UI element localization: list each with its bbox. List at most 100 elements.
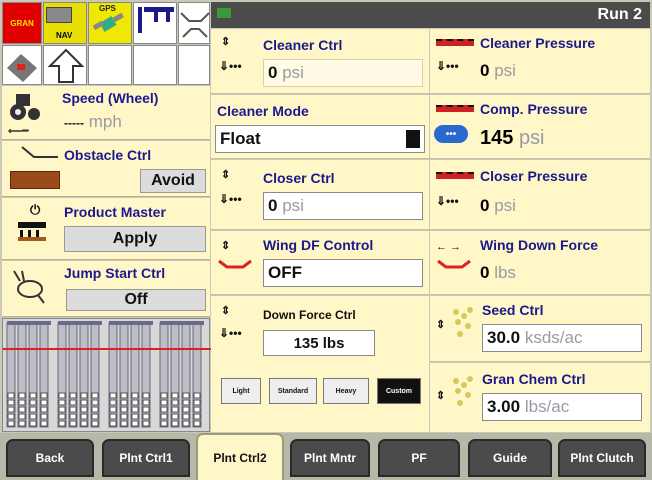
tab-plnt-clutch[interactable]: Plnt Clutch bbox=[558, 439, 646, 477]
planter-rows-graphic bbox=[2, 318, 211, 432]
speed-panel: Speed (Wheel) ----- mph ⟵━ bbox=[2, 86, 210, 140]
seed-ctrl-value: 30.0 bbox=[487, 328, 521, 347]
comp-pressure-unit: psi bbox=[518, 127, 545, 149]
row-unit-cell bbox=[131, 413, 139, 420]
preset-custom-button[interactable]: Custom bbox=[377, 378, 421, 404]
empty-status-slot bbox=[88, 45, 132, 85]
row-unit-cell bbox=[91, 413, 99, 420]
seed-ctrl-unit: ksds/ac bbox=[524, 328, 583, 347]
tab-guide[interactable]: Guide bbox=[468, 439, 552, 477]
row-unit-cell bbox=[18, 406, 26, 413]
row-unit-cell bbox=[58, 413, 66, 420]
row-unit-cell bbox=[131, 399, 139, 406]
dropdown-arrow-icon[interactable] bbox=[406, 130, 420, 148]
row-unit-cell bbox=[120, 406, 128, 413]
row-unit-cell bbox=[69, 399, 77, 406]
row-unit-cell bbox=[171, 420, 179, 427]
pressure-line-icon: ⇓••• bbox=[436, 59, 459, 73]
row-unit-cell bbox=[160, 399, 168, 406]
row-unit-cell bbox=[7, 392, 15, 399]
gran-label: GRAN bbox=[10, 18, 34, 28]
row-unit-cell bbox=[29, 406, 37, 413]
row-unit-cell bbox=[69, 413, 77, 420]
up-arrow-icon[interactable] bbox=[43, 45, 87, 85]
down-force-ctrl-input[interactable]: 135 lbs bbox=[263, 330, 375, 356]
cleaner-mode-select[interactable]: Float bbox=[215, 125, 425, 153]
row-unit-cell bbox=[91, 420, 99, 427]
gran-chem-ctrl-input[interactable]: 3.00 lbs/ac bbox=[482, 393, 642, 421]
row-unit-cell bbox=[80, 399, 88, 406]
row-unit-cell bbox=[142, 399, 150, 406]
up-down-icon: ⇕ bbox=[221, 169, 231, 181]
product-master-label: Product Master bbox=[64, 204, 166, 220]
brick-obstacle-icon bbox=[10, 171, 60, 189]
tab-plnt-ctrl2[interactable]: Plnt Ctrl2 bbox=[196, 433, 284, 480]
battery-icon bbox=[217, 8, 231, 18]
cleaner-mode-value: Float bbox=[220, 129, 261, 148]
implement-status-icon bbox=[133, 2, 177, 44]
row-unit-cell bbox=[109, 406, 117, 413]
closer-ctrl-input[interactable]: 0 psi bbox=[263, 192, 423, 220]
cleaner-ctrl-input[interactable]: 0 psi bbox=[263, 59, 423, 87]
row-unit-cell bbox=[131, 420, 139, 427]
product-master-apply-button[interactable]: Apply bbox=[64, 226, 206, 252]
gran-chem-ctrl-value: 3.00 bbox=[487, 397, 521, 416]
row-unit-cell bbox=[109, 413, 117, 420]
empty-status-slot bbox=[178, 45, 210, 85]
tab-plnt-ctrl1[interactable]: Plnt Ctrl1 bbox=[102, 439, 190, 477]
tab-bar: Back Plnt Ctrl1 Plnt Ctrl2 Plnt Mntr PF … bbox=[0, 433, 652, 480]
speed-arrow-icon: ⟵━ bbox=[8, 126, 29, 137]
tab-pf[interactable]: PF bbox=[378, 439, 460, 477]
header-bar: Run 2 bbox=[211, 2, 650, 28]
gran-chem-ctrl-panel: ⇕ Gran Chem Ctrl 3.00 lbs/ac bbox=[430, 363, 650, 432]
obstacle-avoid-button[interactable]: Avoid bbox=[140, 169, 206, 193]
obstacle-label: Obstacle Ctrl bbox=[64, 147, 152, 163]
seed-ctrl-input[interactable]: 30.0 ksds/ac bbox=[482, 324, 642, 352]
row-unit-cell bbox=[91, 392, 99, 399]
preset-heavy-button[interactable]: Heavy bbox=[323, 378, 369, 404]
row-unit-cell bbox=[7, 420, 15, 427]
row-unit-cell bbox=[18, 392, 26, 399]
row-section-bar bbox=[109, 321, 153, 325]
row-unit-cell bbox=[193, 420, 201, 427]
closer-pressure-unit: psi bbox=[494, 196, 516, 215]
granular-chemical-icon bbox=[453, 376, 473, 406]
empty-status-slot bbox=[133, 45, 177, 85]
row-unit-cell bbox=[109, 399, 117, 406]
nav-label: NAV bbox=[56, 31, 73, 40]
row-unit-cell bbox=[58, 420, 66, 427]
tab-plnt-mntr[interactable]: Plnt Mntr bbox=[290, 439, 370, 477]
jump-start-off-button[interactable]: Off bbox=[66, 289, 206, 311]
cleaner-pressure-readout: 0 psi bbox=[480, 61, 516, 81]
row-unit-cell bbox=[29, 420, 37, 427]
row-unit-cell bbox=[80, 420, 88, 427]
row-unit-cell bbox=[120, 399, 128, 406]
closer-ctrl-label: Closer Ctrl bbox=[263, 170, 335, 186]
row-unit-cell bbox=[160, 420, 168, 427]
seed-ctrl-panel: ⇕ Seed Ctrl 30.0 ksds/ac bbox=[430, 296, 650, 362]
closer-pressure-label: Closer Pressure bbox=[480, 168, 588, 184]
wing-df-control-input[interactable]: OFF bbox=[263, 259, 423, 287]
tractor-icon bbox=[10, 94, 40, 120]
row-unit-cell bbox=[142, 413, 150, 420]
row-unit-cell bbox=[193, 413, 201, 420]
row-unit-cell bbox=[18, 420, 26, 427]
row-unit-cell bbox=[131, 406, 139, 413]
row-unit-cell bbox=[171, 399, 179, 406]
tab-back[interactable]: Back bbox=[6, 439, 94, 477]
preset-standard-button[interactable]: Standard bbox=[269, 378, 317, 404]
speed-dashes: ----- bbox=[64, 116, 84, 130]
row-unit-cell bbox=[160, 392, 168, 399]
comp-pressure-label: Comp. Pressure bbox=[480, 101, 588, 117]
row-unit-cell bbox=[182, 420, 190, 427]
gps-label: GPS bbox=[99, 4, 116, 13]
speed-value: ----- mph bbox=[64, 112, 122, 132]
closer-ctrl-value: 0 bbox=[268, 196, 278, 215]
down-force-ctrl-panel: ⇕ ⇓••• Down Force Ctrl 135 lbs Light Sta… bbox=[211, 296, 429, 432]
row-section-bar bbox=[58, 321, 102, 325]
nav-status-icon: NAV bbox=[43, 2, 87, 44]
wing-down-force-value: 0 bbox=[480, 263, 490, 282]
row-units-icon bbox=[3, 321, 211, 428]
row-unit-cell bbox=[193, 392, 201, 399]
preset-light-button[interactable]: Light bbox=[221, 378, 261, 404]
